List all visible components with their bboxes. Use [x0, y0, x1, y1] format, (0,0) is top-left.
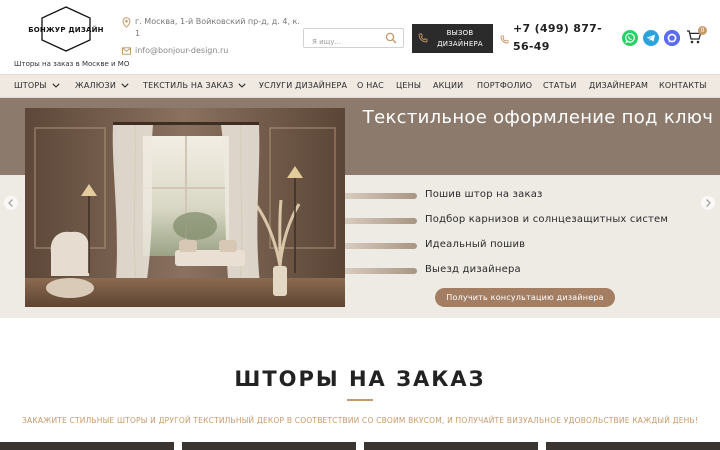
product-card[interactable]: [182, 442, 356, 450]
feature-text: Подбор карнизов и солнцезащитных систем: [425, 214, 669, 225]
section-title: ШТОРЫ НА ЗАКАЗ: [234, 367, 486, 391]
chevron-down-icon: [121, 83, 129, 88]
consultation-button[interactable]: Получить консультацию дизайнера: [435, 288, 615, 307]
max-messenger-icon: [664, 30, 680, 46]
nav-item-label: АКЦИИ: [433, 81, 464, 90]
nav-item-label: ЦЕНЫ: [396, 81, 422, 90]
nav-item-label: ТЕКСТИЛЬ НА ЗАКАЗ: [143, 81, 234, 90]
product-card[interactable]: [364, 442, 538, 450]
product-card[interactable]: [0, 442, 174, 450]
main-nav: ШТОРЫ ЖАЛЮЗИ ТЕКСТИЛЬ НА ЗАКАЗ УСЛУГИ ДИ…: [0, 74, 720, 98]
nav-item-label: ШТОРЫ: [14, 81, 47, 90]
nav-item-blinds[interactable]: ЖАЛЮЗИ: [75, 75, 129, 97]
phone-icon: [500, 35, 509, 44]
nav-item-label: О НАС: [357, 81, 384, 90]
email-text[interactable]: info@bonjour-design.ru: [135, 46, 228, 55]
feature-text: Идеальный пошив: [425, 239, 526, 250]
chevron-down-icon: [238, 83, 247, 88]
nav-item-label: СТАТЬИ: [543, 81, 577, 90]
logo[interactable]: БОНЖУР ДИЗАЙН: [28, 6, 104, 52]
hero-feature: Пошив штор на заказ: [345, 189, 705, 203]
nav-item-about[interactable]: О НАС: [357, 75, 384, 97]
chevron-down-icon: [52, 83, 60, 88]
call-designer-button[interactable]: ВЫЗОВ ДИЗАЙНЕРА: [412, 24, 493, 53]
max-messenger-button[interactable]: [664, 30, 680, 46]
telegram-button[interactable]: [643, 30, 659, 46]
cart-count-badge: 0: [698, 26, 707, 35]
feature-bar: [345, 193, 417, 199]
phone-icon: [418, 33, 428, 43]
interior-curtains-image: [25, 108, 345, 307]
nav-item-label: ДИЗАЙНЕРАМ: [589, 81, 649, 90]
slider-prev-button[interactable]: [4, 196, 18, 210]
cart-button[interactable]: 0: [686, 26, 707, 45]
section-subtitle: ЗАКАЖИТЕ СТИЛЬНЫЕ ШТОРЫ И ДРУГОЙ ТЕКСТИЛ…: [21, 416, 699, 425]
nav-item-curtains[interactable]: ШТОРЫ: [14, 75, 60, 97]
hero-title: Текстильное оформление под ключ: [362, 107, 714, 128]
telegram-icon: [646, 34, 655, 42]
nav-item-promotions[interactable]: АКЦИИ: [433, 75, 463, 97]
feature-text: Выезд дизайнера: [425, 264, 521, 275]
hero-feature: Выезд дизайнера: [345, 264, 705, 278]
nav-item-for-designers[interactable]: ДИЗАЙНЕРАМ: [589, 75, 648, 97]
logo-text: БОНЖУР ДИЗАЙН: [28, 26, 104, 34]
email[interactable]: info@bonjour-design.ru: [122, 46, 228, 55]
hero-feature: Подбор карнизов и солнцезащитных систем: [345, 214, 705, 228]
nav-item-label: ПОРТФОЛИО: [477, 81, 533, 90]
slider-next-button[interactable]: [701, 196, 715, 210]
nav-item-contacts[interactable]: КОНТАКТЫ: [659, 75, 707, 97]
whatsapp-button[interactable]: [622, 30, 638, 46]
whatsapp-icon: [625, 32, 635, 44]
call-designer-label: ВЫЗОВ ДИЗАЙНЕРА: [437, 29, 483, 48]
nav-item-designer-services[interactable]: УСЛУГИ ДИЗАЙНЕРА: [259, 75, 347, 97]
chevron-right-icon: [706, 199, 711, 207]
hero-feature: Идеальный пошив: [345, 239, 705, 253]
address-text: г. Москва, 1-й Войковский пр-д, д. 4, к.…: [135, 17, 300, 38]
phone-number[interactable]: +7 (499) 877-56-49: [513, 20, 617, 56]
hero-banner: Текстильное оформление под ключ Пошив шт…: [0, 98, 720, 318]
feature-bar: [345, 218, 417, 224]
section-divider: [347, 399, 373, 401]
address: г. Москва, 1-й Войковский пр-д, д. 4, к.…: [122, 16, 300, 40]
nav-item-textile[interactable]: ТЕКСТИЛЬ НА ЗАКАЗ: [143, 75, 247, 97]
product-card[interactable]: [546, 442, 720, 450]
location-pin-icon: [122, 17, 131, 28]
tagline: Шторы на заказ в Москве и МО: [14, 60, 130, 68]
feature-bar: [345, 268, 417, 274]
nav-item-label: ЖАЛЮЗИ: [75, 81, 117, 90]
chevron-left-icon: [8, 199, 13, 207]
hero-image: [25, 108, 345, 307]
feature-bar: [345, 243, 417, 249]
nav-item-prices[interactable]: ЦЕНЫ: [396, 75, 421, 97]
nav-item-portfolio[interactable]: ПОРТФОЛИО: [477, 75, 532, 97]
nav-item-articles[interactable]: СТАТЬИ: [543, 75, 577, 97]
site-header: БОНЖУР ДИЗАЙН Шторы на заказ в Москве и …: [0, 0, 720, 74]
search-input[interactable]: [304, 33, 380, 51]
nav-item-label: УСЛУГИ ДИЗАЙНЕРА: [259, 81, 348, 90]
email-icon: [122, 47, 131, 55]
nav-item-label: КОНТАКТЫ: [659, 81, 707, 90]
search-icon[interactable]: [385, 32, 397, 44]
feature-text: Пошив штор на заказ: [425, 189, 543, 200]
search-box: [303, 28, 404, 51]
